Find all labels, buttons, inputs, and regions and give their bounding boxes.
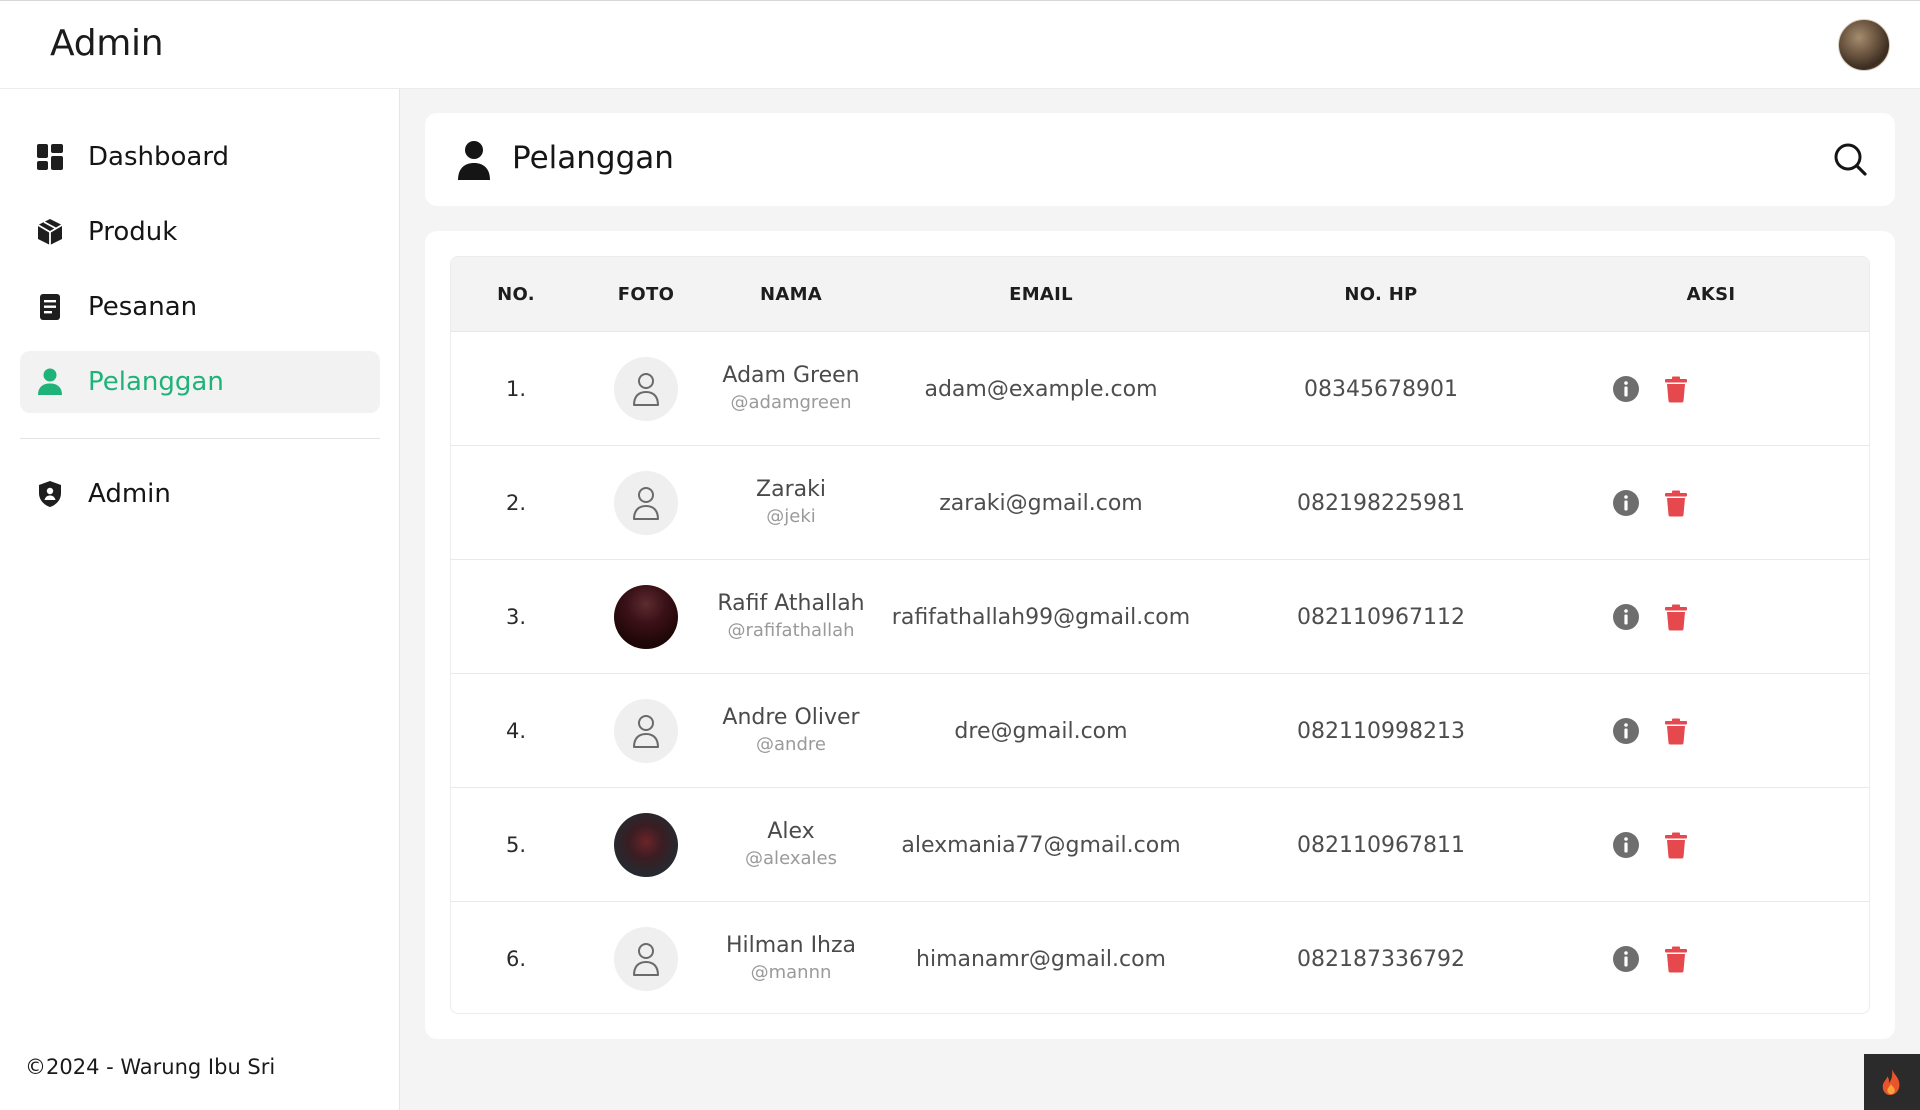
- actions-cell: [1551, 446, 1751, 560]
- trash-icon[interactable]: [1662, 489, 1690, 517]
- customer-phone: 08345678901: [1304, 376, 1458, 402]
- row-number: 1.: [505, 377, 527, 401]
- row-number: 5.: [505, 833, 527, 857]
- dashboard-icon: [36, 143, 64, 171]
- app-brand[interactable]: Admin: [50, 23, 164, 64]
- customer-username: @andre: [756, 734, 826, 755]
- customer-name: Adam Green: [722, 363, 860, 388]
- customer-email: zaraki@gmail.com: [939, 490, 1143, 516]
- row-number: 3.: [505, 605, 527, 629]
- table-row: 5. Alex @alexales alexmania77@gmail.com 0821…: [451, 788, 1869, 902]
- actions-cell: [1551, 332, 1751, 446]
- customer-phone: 082110998213: [1297, 718, 1465, 744]
- document-icon: [36, 293, 64, 321]
- actions-cell: [1551, 560, 1751, 674]
- sidebar-item-label: Pesanan: [88, 292, 198, 322]
- customer-phone: 082198225981: [1297, 490, 1465, 516]
- flame-icon: [1882, 1069, 1900, 1095]
- column-header-phone: NO. HP: [1344, 284, 1418, 305]
- customer-phone: 082187336792: [1297, 946, 1465, 972]
- search-icon[interactable]: [1832, 141, 1868, 177]
- trash-icon[interactable]: [1662, 831, 1690, 859]
- flame-badge[interactable]: [1864, 1054, 1920, 1110]
- customer-email: rafifathallah99@gmail.com: [891, 604, 1191, 630]
- info-icon[interactable]: [1612, 717, 1640, 745]
- customer-email: dre@gmail.com: [954, 718, 1128, 744]
- actions-cell: [1551, 902, 1751, 1013]
- info-icon[interactable]: [1612, 831, 1640, 859]
- info-icon[interactable]: [1612, 603, 1640, 631]
- table-row: 1. Adam Green @adamgreen adam@example.com 08…: [451, 332, 1869, 446]
- top-bar: Admin: [0, 0, 1920, 89]
- column-header-no: NO.: [497, 284, 535, 305]
- customers-table-card: NO. FOTO NAMA EMAIL NO. HP AKSI 1. Adam G…: [425, 231, 1895, 1039]
- sidebar-item-label: Produk: [88, 217, 178, 247]
- row-number: 2.: [505, 491, 527, 515]
- page-title: Pelanggan: [512, 140, 674, 176]
- sidebar-item-pelanggan[interactable]: Pelanggan: [20, 351, 380, 413]
- sidebar-divider: [20, 438, 380, 439]
- column-header-nama: NAMA: [759, 284, 823, 305]
- customer-username: @rafifathallah: [727, 620, 855, 641]
- column-header-email: EMAIL: [1009, 284, 1073, 305]
- column-header-aksi: AKSI: [1686, 284, 1736, 305]
- trash-icon[interactable]: [1662, 945, 1690, 973]
- sidebar-item-label: Dashboard: [88, 142, 230, 172]
- customer-name: Rafif Athallah: [717, 591, 865, 616]
- table-header: NO. FOTO NAMA EMAIL NO. HP AKSI: [451, 257, 1869, 332]
- shield-icon: [36, 480, 64, 508]
- copyright-footer: ©2024 - Warung Ibu Sri: [25, 1055, 276, 1079]
- sidebar: Dashboard Produk Pesanan Pelanggan Admin…: [0, 89, 400, 1110]
- info-icon[interactable]: [1612, 945, 1640, 973]
- customer-email: adam@example.com: [924, 376, 1158, 402]
- customer-username: @adamgreen: [730, 392, 852, 413]
- actions-cell: [1551, 788, 1751, 902]
- customer-email: alexmania77@gmail.com: [901, 832, 1181, 858]
- page-header: Pelanggan: [425, 113, 1895, 206]
- trash-icon[interactable]: [1662, 375, 1690, 403]
- user-icon: [36, 368, 64, 396]
- table-row: 3. Rafif Athallah @rafifathallah rafifathal…: [451, 560, 1869, 674]
- trash-icon[interactable]: [1662, 717, 1690, 745]
- box-icon: [36, 218, 64, 246]
- actions-cell: [1551, 674, 1751, 788]
- info-icon[interactable]: [1612, 375, 1640, 403]
- table-row: 4. Andre Oliver @andre dre@gmail.com 0821109…: [451, 674, 1869, 788]
- customer-username: @jeki: [766, 506, 816, 527]
- sidebar-item-produk[interactable]: Produk: [20, 201, 380, 263]
- customer-phone: 082110967112: [1297, 604, 1465, 630]
- sidebar-item-label: Admin: [88, 479, 171, 509]
- customer-email: himanamr@gmail.com: [916, 946, 1166, 972]
- sidebar-item-admin[interactable]: Admin: [20, 463, 380, 525]
- table-row: 2. Zaraki @jeki zaraki@gmail.com 08219822598…: [451, 446, 1869, 560]
- column-header-foto: FOTO: [617, 284, 675, 305]
- sidebar-item-label: Pelanggan: [88, 367, 224, 397]
- sidebar-item-pesanan[interactable]: Pesanan: [20, 276, 380, 338]
- info-icon[interactable]: [1612, 489, 1640, 517]
- customer-username: @mannn: [750, 962, 832, 983]
- customer-phone: 082110967811: [1297, 832, 1465, 858]
- customer-name: Andre Oliver: [722, 705, 860, 730]
- trash-icon[interactable]: [1662, 603, 1690, 631]
- customer-name: Hilman Ihza: [725, 933, 857, 958]
- user-avatar[interactable]: [1838, 19, 1890, 71]
- table-row: 6. Hilman Ihza @mannn himanamr@gmail.com 082…: [451, 902, 1869, 1013]
- user-icon: [458, 141, 490, 180]
- customers-table: NO. FOTO NAMA EMAIL NO. HP AKSI 1. Adam G…: [450, 256, 1870, 1014]
- customer-name: Zaraki: [756, 477, 826, 502]
- customer-username: @alexales: [745, 848, 837, 869]
- row-number: 6.: [505, 947, 527, 971]
- row-number: 4.: [505, 719, 527, 743]
- customer-name: Alex: [767, 819, 815, 844]
- sidebar-item-dashboard[interactable]: Dashboard: [20, 126, 380, 188]
